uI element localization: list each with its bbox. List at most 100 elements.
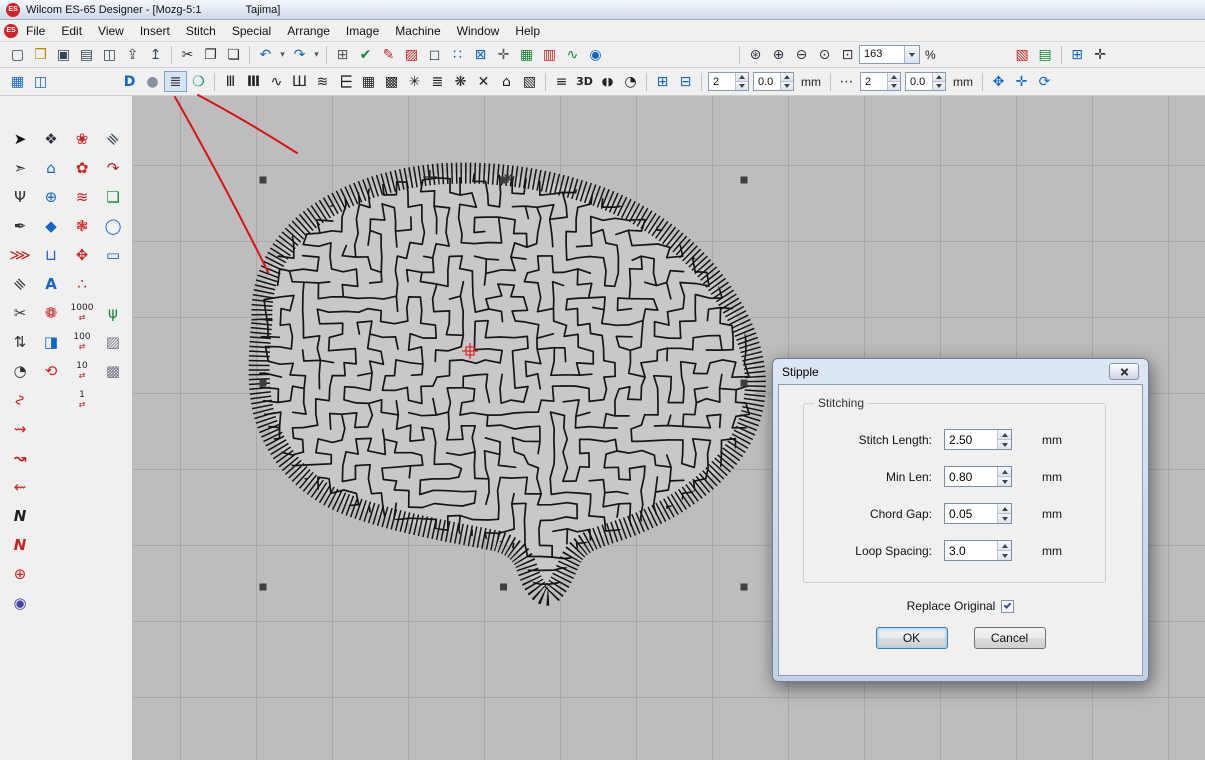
redo-icon[interactable]: ↷ (288, 44, 311, 65)
run2-tool-icon[interactable]: ⇜ (6, 474, 34, 500)
color-film-icon[interactable]: ▤ (1034, 44, 1057, 65)
insert-design-icon[interactable]: ⊞ (331, 44, 354, 65)
dot-gray-icon[interactable]: ● (141, 71, 164, 92)
copy-icon[interactable]: ❐ (199, 44, 222, 65)
moves-icon[interactable]: ✥ (68, 242, 96, 268)
spin-down-icon[interactable] (998, 439, 1011, 449)
spacing-count-spin-value[interactable]: 2 (861, 73, 887, 90)
globe-tool-icon[interactable]: ⊕ (37, 184, 65, 210)
chord-gap-input[interactable] (944, 503, 1012, 524)
spin-down-icon[interactable] (888, 81, 900, 90)
design-object[interactable] (251, 165, 756, 595)
spin-down-icon[interactable] (736, 81, 748, 90)
spin-down-icon[interactable] (933, 81, 945, 90)
zigzag-n-red-icon[interactable]: N (6, 532, 34, 558)
spin-up-icon[interactable] (998, 541, 1011, 550)
cross-fill-icon[interactable]: ⊠ (469, 44, 492, 65)
wye-icon[interactable]: ψ (99, 300, 127, 326)
grid-fill-icon[interactable]: ▦ (515, 44, 538, 65)
branch-ok-icon[interactable]: ✔ (354, 44, 377, 65)
document-icon[interactable]: ES (4, 24, 18, 38)
zoom-factor-icon[interactable]: ⊛ (744, 44, 767, 65)
selection-handle[interactable] (260, 380, 267, 387)
spin-up-icon[interactable] (888, 73, 900, 81)
hatch-red-icon[interactable]: ▨ (400, 44, 423, 65)
ellipse-tool-icon[interactable]: ◯ (99, 213, 127, 239)
program-split-icon[interactable]: ▩ (380, 71, 403, 92)
loop-spacing-input[interactable] (944, 540, 1012, 561)
title-bar[interactable]: ES Wilcom ES-65 Designer - [Mozg-5:1 Taj… (0, 0, 1205, 20)
branching-tool-icon[interactable]: Ψ (6, 184, 34, 210)
stitch-length-1-icon[interactable]: 1⇄ (68, 387, 96, 413)
cut-icon[interactable]: ✂ (176, 44, 199, 65)
replace-original-checkbox[interactable] (1001, 600, 1014, 613)
menu-special[interactable]: Special (224, 21, 279, 41)
zoom-box-icon[interactable]: ⊡ (836, 44, 859, 65)
e-stitch-icon[interactable]: Ш (335, 70, 356, 93)
freehand-select-icon[interactable]: ➣ (6, 155, 34, 181)
stitch-length-input[interactable] (944, 429, 1012, 450)
zigzag-stitch-icon[interactable]: ≋ (311, 71, 334, 92)
cancel-button[interactable]: Cancel (974, 627, 1046, 649)
spin-down-icon[interactable] (998, 513, 1011, 523)
pattern-b-icon[interactable]: ⊟ (674, 71, 697, 92)
mirror-flower-icon[interactable]: ❁ (37, 300, 65, 326)
stitch-length-1000-icon[interactable]: 1000⇄ (68, 300, 96, 326)
selection-handle[interactable] (260, 177, 267, 184)
arc-tool-icon[interactable]: ↷ (99, 155, 127, 181)
motif-run-icon[interactable]: ∿ (265, 71, 288, 92)
menu-window[interactable]: Window (449, 21, 508, 41)
selection-handle[interactable] (741, 177, 748, 184)
menu-machine[interactable]: Machine (387, 21, 448, 41)
contour-fill-icon[interactable]: ≣ (426, 71, 449, 92)
rectangle-tool-icon[interactable]: ▭ (99, 242, 127, 268)
zigzag-n-icon[interactable]: N (6, 503, 34, 529)
reshape-tool-icon[interactable]: ❖ (37, 126, 65, 152)
menu-insert[interactable]: Insert (132, 21, 178, 41)
open-icon[interactable]: ❒ (29, 44, 52, 65)
ok-button[interactable]: OK (876, 627, 948, 649)
scissors-icon[interactable]: ✂ (6, 300, 34, 326)
print-preview-icon[interactable]: ◫ (98, 44, 121, 65)
new-icon[interactable]: ▢ (6, 44, 29, 65)
nudge-design-icon[interactable]: ✛ (1010, 71, 1033, 92)
quarter-circle-icon[interactable]: ◔ (6, 358, 34, 384)
show-guides-icon[interactable]: ◫ (29, 71, 52, 92)
undo-dropdown-icon[interactable]: ▾ (277, 44, 288, 65)
cross-stitch-icon[interactable]: ✕ (472, 71, 495, 92)
min-len-input[interactable] (944, 466, 1012, 487)
stack-icon[interactable]: ⊔ (37, 242, 65, 268)
close-button[interactable] (1109, 363, 1139, 380)
stipple-run-icon[interactable]: ≣ (164, 71, 187, 92)
trapunto-icon[interactable]: ◖◗ (596, 71, 619, 92)
loop-spacing-value[interactable] (945, 541, 997, 560)
menu-image[interactable]: Image (338, 21, 387, 41)
pattern-a-icon[interactable]: ⊞ (651, 71, 674, 92)
dialog-title-bar[interactable]: Stipple (778, 359, 1143, 384)
dashed-run-icon[interactable]: ⇝ (6, 416, 34, 442)
run-tool-icon[interactable]: ↝ (6, 445, 34, 471)
zoom-level-combo[interactable]: 163 (859, 45, 920, 64)
target-blue-icon[interactable]: ◉ (6, 590, 34, 616)
grid-count-spin[interactable]: 2 (708, 72, 749, 91)
spacing-size-spin[interactable]: 0.0 (905, 72, 946, 91)
digitize-dome-icon[interactable]: ⌂ (37, 155, 65, 181)
save-icon[interactable]: ▣ (52, 44, 75, 65)
menu-file[interactable]: File (18, 21, 53, 41)
show-grid-icon[interactable]: ▦ (6, 71, 29, 92)
satin-stitch-icon[interactable]: Ш (288, 71, 311, 92)
lettering-tool-icon[interactable]: A (37, 271, 65, 297)
curve-green-icon[interactable]: ∿ (561, 44, 584, 65)
menu-arrange[interactable]: Arrange (279, 21, 338, 41)
print-icon[interactable]: ▤ (75, 44, 98, 65)
half-square-icon[interactable]: ◨ (37, 329, 65, 355)
stitch-length-100-icon[interactable]: 100⇄ (68, 329, 96, 355)
paste-icon[interactable]: ❏ (222, 44, 245, 65)
zoom-out-icon[interactable]: ⊖ (790, 44, 813, 65)
block-digitize-icon[interactable]: ◆ (37, 213, 65, 239)
dropdown-arrow-icon[interactable] (904, 46, 919, 63)
dot-fill-icon[interactable]: ∷ (446, 44, 469, 65)
spacing-size-spin-value[interactable]: 0.0 (906, 73, 932, 90)
florentine-effect-icon[interactable]: ❀ (68, 126, 96, 152)
menu-edit[interactable]: Edit (53, 21, 90, 41)
